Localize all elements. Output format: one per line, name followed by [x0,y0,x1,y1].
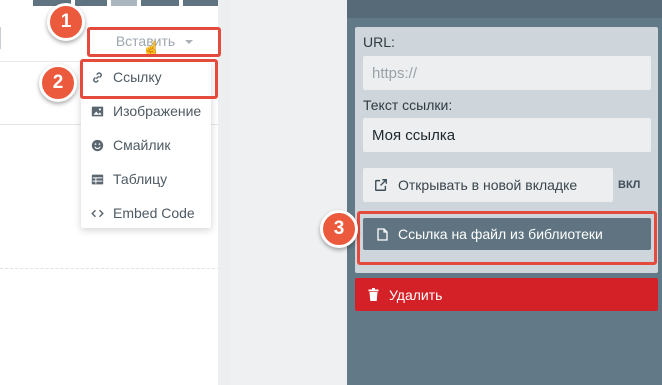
url-placeholder: https:// [372,64,418,82]
dropdown-item-label: Таблицу [113,171,168,187]
callout-badge-3: 3 [320,210,358,248]
dropdown-item-table[interactable]: Таблицу [91,168,167,190]
delete-button[interactable]: Удалить [355,278,658,311]
link-settings-panel: URL: https:// Текст ссылки: Моя ссылка О… [347,0,662,385]
dropdown-item-label: Смайлик [113,137,171,153]
toolbar-divider [0,27,1,49]
toggle-state[interactable]: ВКЛ [618,179,640,191]
callout-box-insert [87,27,221,57]
callout-badge-1: 1 [47,3,85,41]
image-icon [91,106,104,116]
divider [0,61,80,62]
dropdown-item-label: Embed Code [113,205,195,221]
panel-header [347,0,662,18]
url-label: URL: [363,34,395,50]
url-input[interactable]: https:// [363,56,651,90]
page-background [230,0,347,385]
dropdown-item-embed-code[interactable]: Embed Code [91,202,195,224]
dropdown-item-image[interactable]: Изображение [91,100,201,122]
open-new-tab-toggle[interactable]: Открывать в новой вкладке [363,168,613,202]
link-text-label: Текст ссылки: [363,97,453,113]
delete-label: Удалить [389,286,443,303]
editor-area: Вставить ☝ Ссылку Изображение Смайлик Та… [0,0,230,385]
link-text-input[interactable]: Моя ссылка [363,118,651,152]
toolbar-tab[interactable] [111,0,137,6]
callout-badge-2: 2 [39,64,77,102]
code-icon [91,209,104,217]
open-new-tab-label: Открывать в новой вкладке [398,177,578,193]
toolbar-tab[interactable] [75,0,107,6]
table-icon [91,174,104,184]
trash-icon [368,288,379,301]
link-text-value: Моя ссылка [372,126,456,144]
editor-gutter [218,0,230,385]
external-link-icon [375,179,387,191]
callout-box-link [80,59,218,99]
dropdown-item-smiley[interactable]: Смайлик [91,134,170,156]
toolbar-tab[interactable] [183,0,219,6]
toolbar-tab[interactable] [141,0,179,6]
dashed-divider [0,268,230,269]
callout-box-library-link [357,211,657,265]
smiley-icon [91,139,104,151]
dropdown-item-label: Изображение [113,103,202,119]
